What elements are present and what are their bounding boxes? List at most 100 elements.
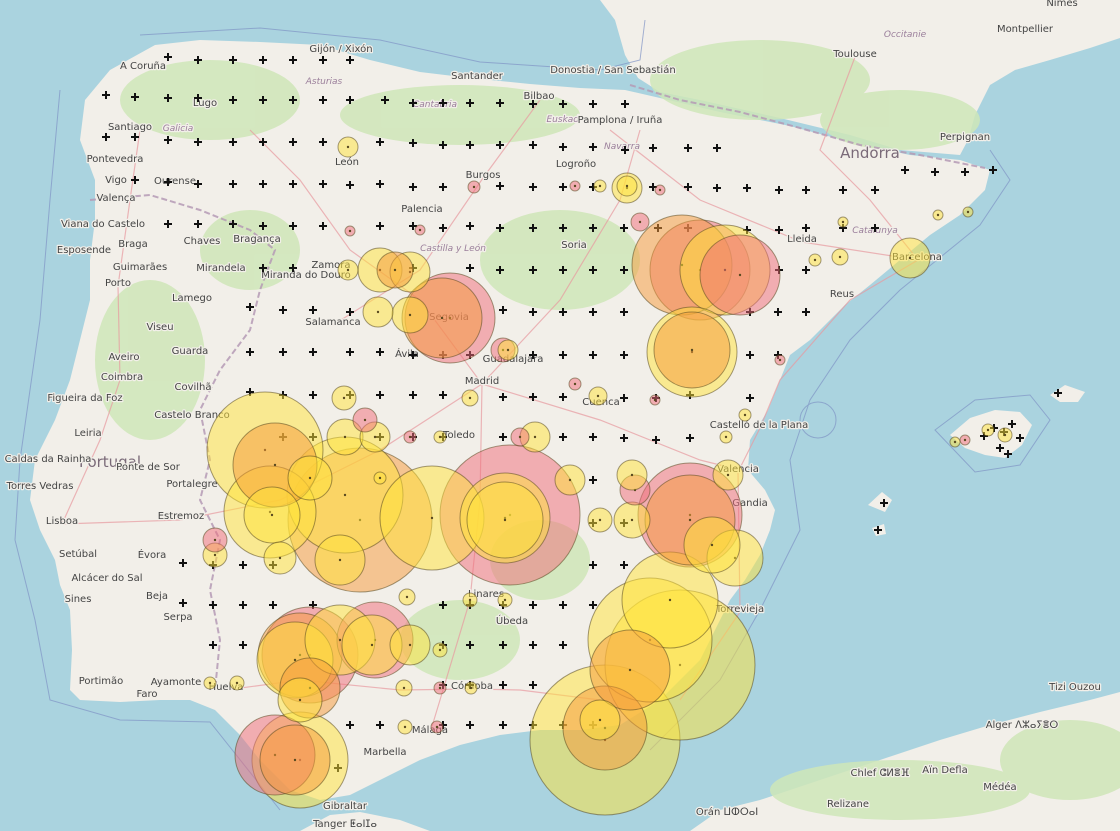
place-label: Tizi Ouzou — [1048, 682, 1101, 693]
bubble-center-dot — [966, 210, 970, 214]
place-label: Vigo — [105, 175, 127, 186]
bubble-center-dot — [370, 643, 374, 647]
place-label: Pontevedra — [87, 154, 144, 165]
place-label: Perpignan — [940, 132, 990, 143]
place-label: Bragança — [233, 234, 281, 245]
bubble-center-dot — [813, 258, 817, 262]
place-label: Miranda do Douro — [261, 270, 350, 281]
place-label: Sines — [65, 594, 92, 605]
bubble-center-dot — [963, 438, 967, 442]
bubble-center-dot — [393, 268, 397, 272]
bubble-center-dot — [440, 316, 444, 320]
place-label: Valença — [96, 193, 135, 204]
bubble-center-dot — [1003, 433, 1007, 437]
bubble-center-dot — [213, 553, 217, 557]
place-label: Évora — [138, 548, 167, 561]
bubble-center-dot — [469, 686, 473, 690]
place-label: Madrid — [465, 376, 499, 387]
bubble-center-dot — [936, 213, 940, 217]
place-label: Gibraltar — [323, 801, 368, 812]
place-label: Nîmes — [1046, 0, 1077, 9]
place-label: Castelló de la Plana — [710, 419, 808, 431]
place-label: Mirandela — [196, 263, 245, 274]
place-label: Toledo — [442, 430, 475, 441]
place-label: Galicia — [163, 124, 193, 134]
place-label: Viana do Castelo — [61, 219, 145, 230]
place-label: Coimbra — [101, 372, 143, 383]
place-label: Úbeda — [496, 614, 528, 627]
bubble-center-dot — [346, 268, 350, 272]
bubble-center-dot — [408, 643, 412, 647]
bubble-center-dot — [724, 435, 728, 439]
bubble-center-dot — [710, 543, 714, 547]
place-label: Asturias — [305, 77, 343, 87]
place-label: Alger ⴷⵣⴰⵢⴻⵔ — [986, 720, 1059, 731]
bubble-center-dot — [408, 435, 412, 439]
place-label: Setúbal — [59, 548, 97, 560]
place-label: Braga — [118, 239, 148, 250]
bubble-center-dot — [628, 668, 632, 672]
place-label: Médéa — [983, 781, 1016, 793]
place-label: Ayamonte — [151, 677, 201, 688]
bubble-center-dot — [408, 313, 412, 317]
bubble-center-dot — [573, 184, 577, 188]
bubble-center-dot — [688, 518, 692, 522]
place-label: Faro — [137, 689, 158, 700]
bubble-center-dot — [506, 348, 510, 352]
bubble-center-dot — [403, 725, 407, 729]
bubble-center-dot — [293, 758, 297, 762]
bubble-center-dot — [208, 681, 212, 685]
bubble-center-dot — [293, 658, 297, 662]
bubble-center-dot — [338, 638, 342, 642]
place-label: Ávila — [395, 347, 419, 360]
bubble-center-dot — [468, 396, 472, 400]
bubble-center-dot — [658, 188, 662, 192]
place-label: Viseu — [146, 322, 173, 333]
bubble-center-dot — [638, 220, 642, 224]
bubble-center-dot — [273, 463, 277, 467]
place-label: Aïn Defla — [922, 765, 967, 776]
place-label: Caldas da Rainha — [5, 454, 92, 465]
bubble-center-dot — [343, 493, 347, 497]
bubble-center-dot — [838, 255, 842, 259]
bubble-center-dot — [435, 725, 439, 729]
bubble-center-dot — [908, 256, 912, 260]
bubble-center-dot — [363, 418, 367, 422]
bubble-center-dot — [373, 435, 377, 439]
place-label: Serpa — [163, 612, 192, 623]
bubble-center-dot — [298, 698, 302, 702]
bubble-center-dot — [690, 348, 694, 352]
bubble-center-dot — [402, 686, 406, 690]
bubble-center-dot — [598, 184, 602, 188]
bubble-center-dot — [346, 145, 350, 149]
bubble-center-dot — [598, 518, 602, 522]
bubble-center-dot — [778, 358, 782, 362]
place-label: Castilla y León — [420, 243, 486, 254]
place-label: Santander — [451, 71, 504, 82]
bubble-center-dot — [472, 185, 476, 189]
place-label: Toulouse — [832, 49, 876, 60]
place-label: Lugo — [193, 98, 217, 109]
bubble-center-dot — [405, 595, 409, 599]
place-label: Occitanie — [884, 30, 927, 40]
place-label: León — [335, 156, 359, 168]
place-label: Reus — [830, 289, 854, 300]
bubble-center-dot — [438, 686, 442, 690]
bubble-center-dot — [342, 396, 346, 400]
place-label: Relizane — [827, 799, 869, 810]
bubble-center-dot — [726, 473, 730, 477]
bubble-center-dot — [653, 398, 657, 402]
place-label: Soria — [561, 240, 586, 251]
place-label: Leiria — [74, 428, 101, 439]
bubble-center-dot — [630, 518, 634, 522]
bubble-center-dot — [596, 394, 600, 398]
place-label: Guarda — [172, 346, 209, 357]
place-label: Chaves — [184, 236, 221, 247]
bubble-center-dot — [630, 473, 634, 477]
place-label: Guimarães — [113, 262, 167, 273]
place-label: Salamanca — [305, 317, 360, 328]
bubble-center-dot — [953, 440, 957, 444]
place-label: Logroño — [556, 159, 596, 170]
bubble-center-dot — [573, 382, 577, 386]
map[interactable]: PortugalAndorraMadridLisboaPortoBragaTou… — [0, 0, 1120, 831]
